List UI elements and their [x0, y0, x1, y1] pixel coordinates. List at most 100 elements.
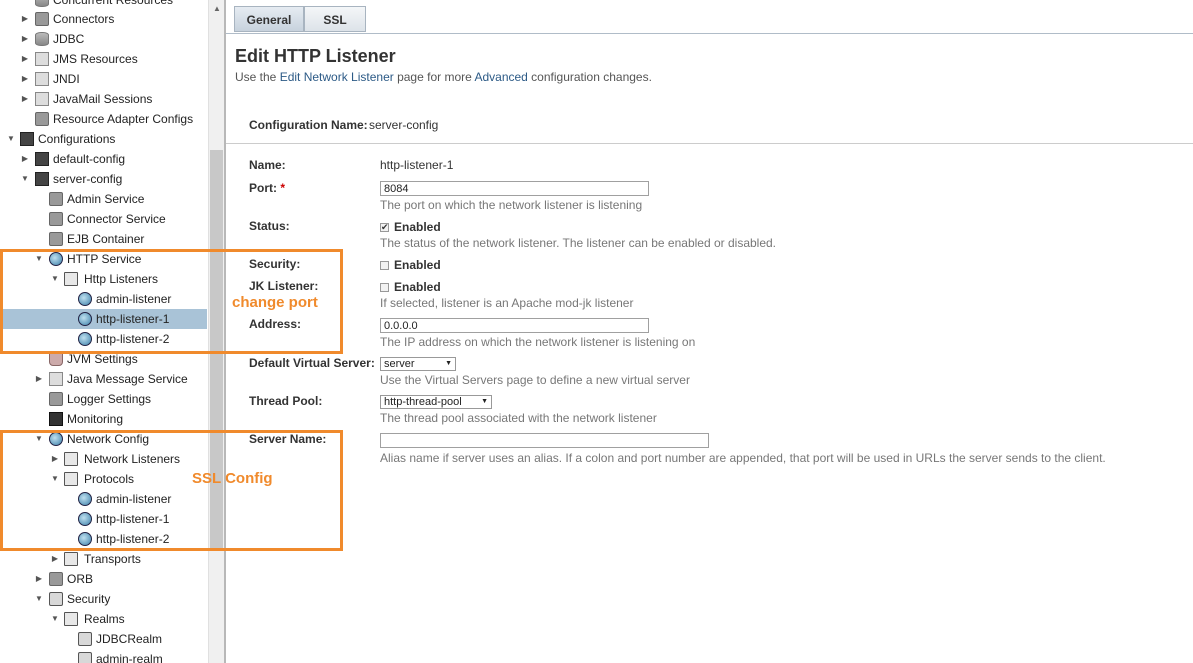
tree-item-label: Logger Settings: [67, 392, 152, 406]
tree-item-label: JDBCRealm: [96, 632, 163, 646]
expand-arrow-icon[interactable]: ▶: [20, 69, 30, 89]
page-title: Edit HTTP Listener: [235, 46, 396, 66]
server-icon: [35, 172, 49, 186]
default-virtual-server-select[interactable]: server ▼: [380, 357, 456, 371]
lock-icon: [49, 592, 63, 606]
connector-icon: [35, 112, 49, 126]
help-text-end: configuration changes.: [527, 70, 652, 84]
tree-item[interactable]: ▼ Configurations: [0, 129, 207, 149]
tree-item[interactable]: ▶ JNDI: [0, 69, 207, 89]
port-input[interactable]: [380, 181, 649, 196]
tree-item[interactable]: ▶ Java Message Service: [0, 369, 207, 389]
tree-item[interactable]: ▶ Transports: [0, 549, 207, 569]
monitor-icon: [49, 412, 63, 426]
jk-listener-checkbox[interactable]: [380, 283, 389, 292]
expand-arrow-icon[interactable]: ▶: [20, 9, 30, 29]
expand-arrow-icon[interactable]: ▶: [20, 29, 30, 49]
database-icon: [35, 32, 49, 46]
collapse-arrow-icon[interactable]: ▼: [50, 609, 60, 629]
tree-item-label: Realms: [84, 612, 125, 626]
status-checkbox[interactable]: ✔: [380, 223, 389, 232]
jk-listener-help: If selected, listener is an Apache mod-j…: [380, 296, 634, 310]
tree-item[interactable]: admin-realm: [0, 649, 207, 663]
cup-icon: [49, 352, 63, 366]
tree-item-label: Admin Service: [67, 192, 145, 206]
connector-icon: [49, 192, 63, 206]
collapse-arrow-icon[interactable]: ▼: [6, 129, 16, 149]
tree-item[interactable]: Connector Service: [0, 209, 207, 229]
tree-item[interactable]: ▼ server-config: [0, 169, 207, 189]
status-help: The status of the network listener. The …: [380, 236, 777, 250]
tab-general[interactable]: General: [234, 6, 304, 32]
server-name-help: Alias name if server uses an alias. If a…: [380, 451, 1106, 465]
tree-item-label: Configurations: [38, 132, 116, 146]
expand-arrow-icon[interactable]: ▶: [20, 149, 30, 169]
default-virtual-server-label: Default Virtual Server:: [249, 356, 375, 370]
tree-item[interactable]: ▶ JavaMail Sessions: [0, 89, 207, 109]
tree-item[interactable]: EJB Container: [0, 229, 207, 249]
tree-item[interactable]: ▶ default-config: [0, 149, 207, 169]
tree-item[interactable]: ▶ Connectors: [0, 9, 207, 29]
tree-item[interactable]: Monitoring: [0, 409, 207, 429]
collapse-arrow-icon[interactable]: ▼: [34, 589, 44, 609]
edit-network-listener-link[interactable]: Edit Network Listener: [280, 70, 394, 84]
advanced-link[interactable]: Advanced: [474, 70, 527, 84]
tree-item[interactable]: ▶ JDBC: [0, 29, 207, 49]
connector-icon: [35, 12, 49, 26]
security-checkbox[interactable]: [380, 261, 389, 270]
address-input[interactable]: [380, 318, 649, 333]
tree-item[interactable]: Resource Adapter Configs: [0, 109, 207, 129]
tree-item-label: Resource Adapter Configs: [53, 112, 194, 126]
configuration-name-row: Configuration Name: server-config: [226, 107, 1193, 144]
expand-arrow-icon[interactable]: ▶: [20, 49, 30, 69]
expand-arrow-icon[interactable]: ▶: [20, 89, 30, 109]
change-port-annotation: change port: [232, 294, 318, 311]
tree-item[interactable]: JDBCRealm: [0, 629, 207, 649]
orb-icon: [49, 572, 63, 586]
default-virtual-server-help: Use the Virtual Servers page to define a…: [380, 373, 690, 387]
thread-pool-help: The thread pool associated with the netw…: [380, 411, 657, 425]
connector-icon: [49, 392, 63, 406]
lock-icon: [78, 632, 92, 646]
tab-ssl[interactable]: SSL: [304, 6, 366, 32]
thread-pool-label: Thread Pool:: [249, 394, 323, 408]
ssl-config-highlight-box: [0, 430, 343, 551]
folder-icon: [64, 612, 78, 626]
server-icon: [35, 152, 49, 166]
tree-item-label: Monitoring: [67, 412, 124, 426]
server-name-input[interactable]: [380, 433, 709, 448]
tree-item-label: Security: [67, 592, 111, 606]
tree-item-label: default-config: [53, 152, 126, 166]
tree-item[interactable]: Logger Settings: [0, 389, 207, 409]
help-text-start: Use the: [235, 70, 280, 84]
tree-item[interactable]: ▶ JMS Resources: [0, 49, 207, 69]
container-icon: [49, 232, 63, 246]
tree-item[interactable]: ▶ ORB: [0, 569, 207, 589]
main-content: General SSL Edit HTTP Listener Use the E…: [226, 0, 1193, 663]
jk-listener-enabled-text: Enabled: [394, 280, 441, 294]
tree-item[interactable]: ▼ Security: [0, 589, 207, 609]
name-value: http-listener-1: [380, 158, 454, 172]
expand-arrow-icon[interactable]: ▶: [50, 549, 60, 569]
tree-item-label: Connector Service: [67, 212, 166, 226]
tree-item-label: Transports: [84, 552, 141, 566]
thread-pool-value: http-thread-pool: [384, 396, 462, 408]
port-label-text: Port:: [249, 181, 277, 195]
server-icon: [20, 132, 34, 146]
collapse-arrow-icon[interactable]: ▼: [20, 169, 30, 189]
thread-pool-select[interactable]: http-thread-pool ▼: [380, 395, 492, 409]
dropdown-arrow-icon: ▼: [445, 360, 452, 367]
tree-item[interactable]: ▼ Realms: [0, 609, 207, 629]
expand-arrow-icon[interactable]: ▶: [34, 569, 44, 589]
address-help: The IP address on which the network list…: [380, 335, 696, 349]
page-help-text: Use the Edit Network Listener page for m…: [235, 70, 652, 84]
tree-item[interactable]: Admin Service: [0, 189, 207, 209]
scroll-up-arrow-icon[interactable]: ▲: [213, 4, 221, 13]
dropdown-arrow-icon: ▼: [481, 398, 488, 405]
configuration-name-value: server-config: [369, 118, 439, 132]
expand-arrow-icon[interactable]: ▶: [34, 369, 44, 389]
port-label: Port: *: [249, 181, 285, 195]
tree-item-label: EJB Container: [67, 232, 145, 246]
status-label: Status:: [249, 219, 290, 233]
security-enabled-text: Enabled: [394, 258, 441, 272]
